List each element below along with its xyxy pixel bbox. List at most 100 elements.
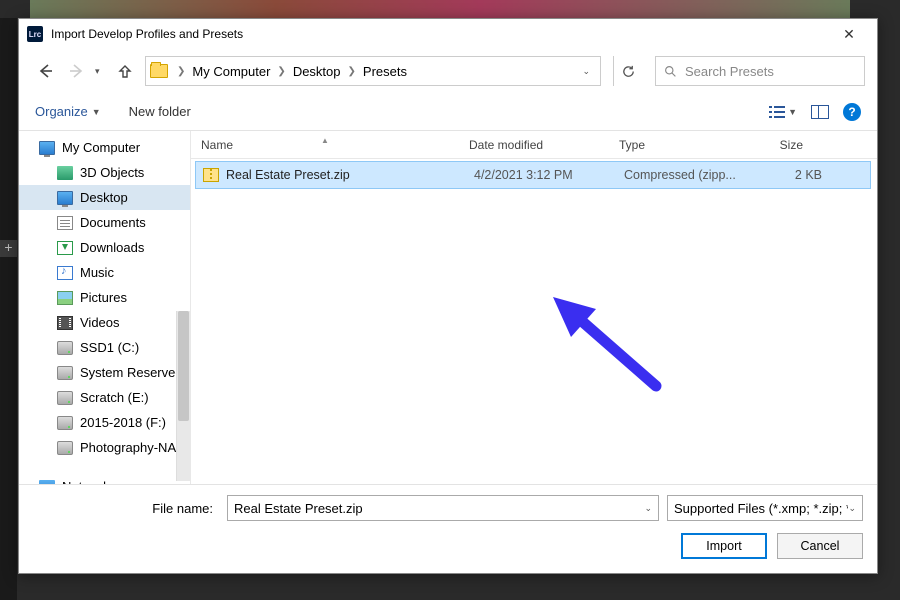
down-icon xyxy=(57,241,73,255)
tree-item[interactable]: Scratch (E:) xyxy=(19,385,190,410)
navigation-tree: My Computer 3D Objects Desktop Documents Do… xyxy=(19,131,191,484)
chevron-right-icon[interactable]: ❯ xyxy=(274,66,288,77)
tree-item[interactable]: SSD1 (C:) xyxy=(19,335,190,360)
column-header-type[interactable]: Type xyxy=(609,138,737,152)
chevron-right-icon[interactable]: ❯ xyxy=(345,66,359,77)
drive-icon xyxy=(57,341,73,355)
tree-label: 2015-2018 (F:) xyxy=(80,415,166,430)
search-input[interactable]: Search Presets xyxy=(655,56,865,86)
tree-label: SSD1 (C:) xyxy=(80,340,139,355)
tree-label: 3D Objects xyxy=(80,165,144,180)
column-header-name[interactable]: ▲ Name xyxy=(191,138,459,152)
organize-menu[interactable]: Organize ▼ xyxy=(35,104,101,119)
file-row-selected[interactable]: Real Estate Preset.zip 4/2/2021 3:12 PM … xyxy=(195,161,871,189)
column-header-size[interactable]: Size xyxy=(737,138,813,152)
filename-input[interactable]: Real Estate Preset.zip ⌄ xyxy=(227,495,659,521)
search-icon xyxy=(664,65,677,78)
address-bar[interactable]: ❯ My Computer ❯ Desktop ❯ Presets ⌄ xyxy=(145,56,601,86)
annotation-arrow xyxy=(541,291,671,401)
file-type-filter[interactable]: Supported Files (*.xmp; *.zip; *. ⌄ xyxy=(667,495,863,521)
scrollbar-vertical[interactable] xyxy=(176,311,190,481)
tree-item[interactable]: 3D Objects xyxy=(19,160,190,185)
tree-item[interactable]: Desktop xyxy=(19,185,190,210)
app-left-rail: + xyxy=(0,18,17,600)
filename-label: File name: xyxy=(33,501,219,516)
sort-ascending-icon: ▲ xyxy=(321,136,329,145)
tree-label: Desktop xyxy=(80,190,128,205)
filename-value: Real Estate Preset.zip xyxy=(234,501,363,516)
forward-button[interactable] xyxy=(63,57,91,85)
add-panel-button[interactable]: + xyxy=(0,240,17,257)
tree-label: Pictures xyxy=(80,290,127,305)
tree-item[interactable]: Downloads xyxy=(19,235,190,260)
tree-item[interactable]: Videos xyxy=(19,310,190,335)
tree-label: Photography-NAS xyxy=(80,440,185,455)
monitor-icon xyxy=(39,141,55,155)
tree-label: Videos xyxy=(80,315,120,330)
breadcrumb-segment[interactable]: My Computer xyxy=(188,64,274,79)
chevron-down-icon: ⌄ xyxy=(848,503,856,514)
preview-pane-button[interactable] xyxy=(811,105,829,119)
file-date: 4/2/2021 3:12 PM xyxy=(474,168,624,182)
scrollbar-thumb[interactable] xyxy=(178,311,189,421)
tree-label: Scratch (E:) xyxy=(80,390,149,405)
chevron-down-icon[interactable]: ⌄ xyxy=(644,503,652,514)
tree-label: Network xyxy=(62,479,110,484)
tree-network[interactable]: Network xyxy=(19,474,190,484)
breadcrumb-segment[interactable]: Desktop xyxy=(289,64,345,79)
refresh-button[interactable] xyxy=(613,56,643,86)
pic-icon xyxy=(57,291,73,305)
import-button[interactable]: Import xyxy=(681,533,767,559)
file-type: Compressed (zipp... xyxy=(624,168,752,182)
tree-label: System Reserved xyxy=(80,365,183,380)
file-list-pane: ▲ Name Date modified Type Size Real Esta… xyxy=(191,131,877,484)
file-size: 2 KB xyxy=(752,168,822,182)
tree-label: Documents xyxy=(80,215,146,230)
tree-item[interactable]: Photography-NAS xyxy=(19,435,190,460)
tree-label: Downloads xyxy=(80,240,144,255)
file-open-dialog: Lrc Import Develop Profiles and Presets … xyxy=(18,18,878,574)
tree-item[interactable]: Music xyxy=(19,260,190,285)
tree-label: My Computer xyxy=(62,140,140,155)
chevron-right-icon[interactable]: ❯ xyxy=(174,66,188,77)
monitor-icon xyxy=(57,191,73,205)
vid-icon xyxy=(57,316,73,330)
recent-locations-dropdown[interactable]: ▾ xyxy=(95,66,109,77)
folder-icon xyxy=(150,64,168,78)
column-headers: ▲ Name Date modified Type Size xyxy=(191,131,877,159)
cube-icon xyxy=(57,166,73,180)
back-button[interactable] xyxy=(31,57,59,85)
drive-icon xyxy=(57,441,73,455)
organize-label: Organize xyxy=(35,104,88,119)
new-folder-button[interactable]: New folder xyxy=(129,104,191,119)
column-header-date[interactable]: Date modified xyxy=(459,138,609,152)
view-options-button[interactable]: ▼ xyxy=(769,105,797,119)
close-icon[interactable]: ✕ xyxy=(829,20,869,48)
window-title: Import Develop Profiles and Presets xyxy=(51,27,829,41)
chevron-down-icon: ▼ xyxy=(92,107,101,117)
chevron-down-icon: ▼ xyxy=(788,107,797,117)
app-icon: Lrc xyxy=(27,26,43,42)
cancel-button[interactable]: Cancel xyxy=(777,533,863,559)
drive-icon xyxy=(57,416,73,430)
help-icon[interactable]: ? xyxy=(843,103,861,121)
drive-icon xyxy=(57,391,73,405)
drive-icon xyxy=(57,366,73,380)
up-button[interactable] xyxy=(113,59,137,83)
doc-icon xyxy=(57,216,73,230)
filter-text: Supported Files (*.xmp; *.zip; *. xyxy=(674,501,848,516)
breadcrumb-segment[interactable]: Presets xyxy=(359,64,411,79)
tree-item[interactable]: Pictures xyxy=(19,285,190,310)
toolbar: Organize ▼ New folder ▼ ? xyxy=(19,93,877,131)
tree-item[interactable]: Documents xyxy=(19,210,190,235)
music-icon xyxy=(57,266,73,280)
titlebar: Lrc Import Develop Profiles and Presets … xyxy=(19,19,877,49)
address-dropdown-icon[interactable]: ⌄ xyxy=(582,66,590,77)
network-icon xyxy=(39,480,55,485)
tree-item[interactable]: 2015-2018 (F:) xyxy=(19,410,190,435)
tree-item[interactable]: System Reserved xyxy=(19,360,190,385)
dialog-footer: File name: Real Estate Preset.zip ⌄ Supp… xyxy=(19,484,877,573)
zip-file-icon xyxy=(203,168,219,182)
tree-root-my-computer[interactable]: My Computer xyxy=(19,135,190,160)
tree-label: Music xyxy=(80,265,114,280)
